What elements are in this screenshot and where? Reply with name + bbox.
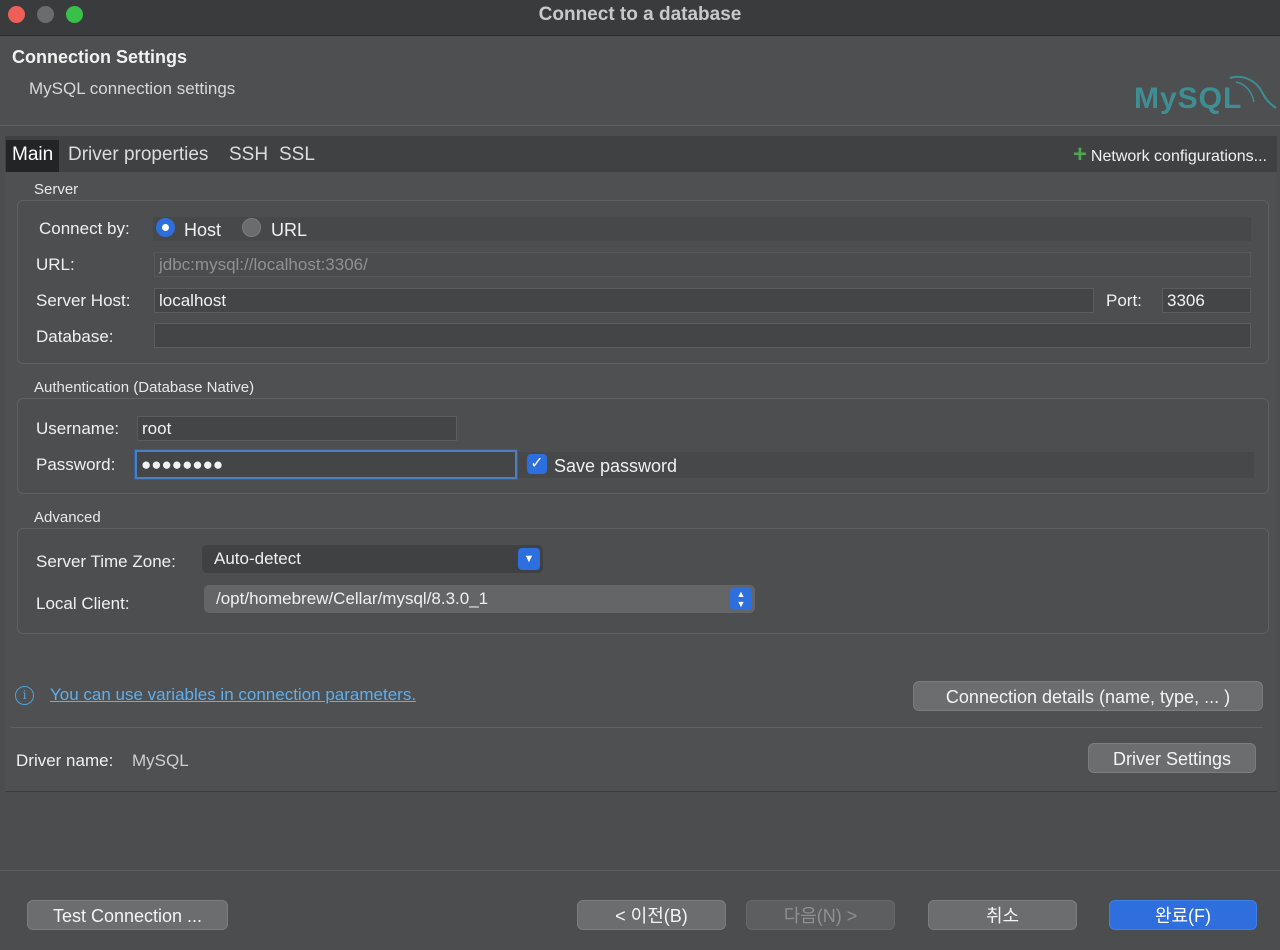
dialog-header: Connection Settings MySQL connection set… bbox=[0, 36, 1280, 126]
save-password-label: Save password bbox=[554, 456, 678, 476]
auth-group: Username: root Password: ●●●●●●●● ✓ Save… bbox=[17, 398, 1269, 494]
username-label: Username: bbox=[36, 419, 120, 438]
chevron-updown-icon: ▲ ▼ bbox=[730, 588, 752, 610]
server-section-title: Server bbox=[34, 181, 79, 198]
next-button: 다음(N) > bbox=[746, 900, 895, 930]
test-connection-button[interactable]: Test Connection ... bbox=[27, 900, 228, 930]
window-title: Connect to a database bbox=[538, 4, 742, 25]
finish-button[interactable]: 완료(F) bbox=[1109, 900, 1257, 930]
local-client-value: /opt/homebrew/Cellar/mysql/8.3.0_1 bbox=[216, 589, 489, 608]
driver-settings-button[interactable]: Driver Settings bbox=[1088, 743, 1256, 773]
network-configurations-button[interactable]: + Network configurations... bbox=[1072, 141, 1267, 171]
radio-url-label: URL bbox=[271, 220, 308, 240]
port-field[interactable]: 3306 bbox=[1162, 288, 1251, 313]
logo-text: MySQL bbox=[1134, 82, 1243, 115]
server-host-field[interactable]: localhost bbox=[154, 288, 1094, 313]
radio-url[interactable] bbox=[242, 218, 261, 237]
url-field[interactable]: jdbc:mysql://localhost:3306/ bbox=[154, 252, 1251, 277]
url-label: URL: bbox=[36, 255, 75, 274]
password-field[interactable]: ●●●●●●●● bbox=[135, 450, 517, 479]
title-bar: Connect to a database bbox=[0, 0, 1280, 36]
connect-by-label: Connect by: bbox=[39, 219, 130, 238]
cancel-button[interactable]: 취소 bbox=[928, 900, 1077, 930]
info-icon: i bbox=[15, 686, 34, 705]
mysql-logo-icon: MySQL bbox=[1130, 74, 1278, 122]
advanced-section-title: Advanced bbox=[34, 509, 101, 526]
driver-name-label: Driver name: bbox=[16, 751, 114, 770]
variables-help-link[interactable]: You can use variables in connection para… bbox=[50, 685, 416, 705]
main-panel: Server Connect by: Host URL URL: jdbc:my… bbox=[5, 172, 1277, 792]
driver-name-value: MySQL bbox=[132, 751, 189, 770]
database-label: Database: bbox=[36, 327, 114, 346]
tab-main[interactable]: Main bbox=[6, 140, 60, 172]
server-host-label: Server Host: bbox=[36, 291, 131, 310]
server-group: Connect by: Host URL URL: jdbc:mysql://l… bbox=[17, 200, 1269, 364]
tab-bar: Main Driver properties SSH SSL + Network … bbox=[5, 136, 1277, 172]
password-label: Password: bbox=[36, 455, 116, 474]
header-title: Connection Settings bbox=[12, 47, 187, 67]
server-time-zone-value: Auto-detect bbox=[214, 549, 301, 568]
header-subtitle: MySQL connection settings bbox=[29, 79, 236, 98]
tab-ssl[interactable]: SSL bbox=[273, 140, 321, 172]
local-client-label: Local Client: bbox=[36, 594, 130, 613]
save-password-checkbox[interactable]: ✓ bbox=[527, 454, 547, 474]
port-label: Port: bbox=[1106, 291, 1142, 310]
connect-by-row bbox=[153, 217, 1251, 241]
auth-section-title: Authentication (Database Native) bbox=[34, 379, 255, 396]
username-field[interactable]: root bbox=[137, 416, 457, 441]
tab-driver-properties[interactable]: Driver properties bbox=[62, 140, 214, 172]
local-client-dropdown[interactable]: /opt/homebrew/Cellar/mysql/8.3.0_1 ▲ ▼ bbox=[204, 585, 755, 613]
dialog-footer: Test Connection ... < 이전(B) 다음(N) > 취소 완… bbox=[0, 870, 1280, 950]
tab-ssh[interactable]: SSH bbox=[223, 140, 274, 172]
divider bbox=[11, 727, 1263, 728]
radio-host-label: Host bbox=[184, 220, 222, 240]
network-configurations-label: Network configurations... bbox=[1090, 148, 1267, 166]
chevron-down-icon: ▼ bbox=[518, 548, 540, 570]
plus-icon: + bbox=[1072, 141, 1087, 168]
server-time-zone-label: Server Time Zone: bbox=[36, 552, 176, 571]
back-button[interactable]: < 이전(B) bbox=[577, 900, 726, 930]
database-field[interactable] bbox=[154, 323, 1251, 348]
advanced-group: Server Time Zone: Auto-detect ▼ Local Cl… bbox=[17, 528, 1269, 634]
server-time-zone-dropdown[interactable]: Auto-detect ▼ bbox=[202, 545, 543, 573]
radio-host[interactable] bbox=[156, 218, 175, 237]
connection-details-button[interactable]: Connection details (name, type, ... ) bbox=[913, 681, 1263, 711]
